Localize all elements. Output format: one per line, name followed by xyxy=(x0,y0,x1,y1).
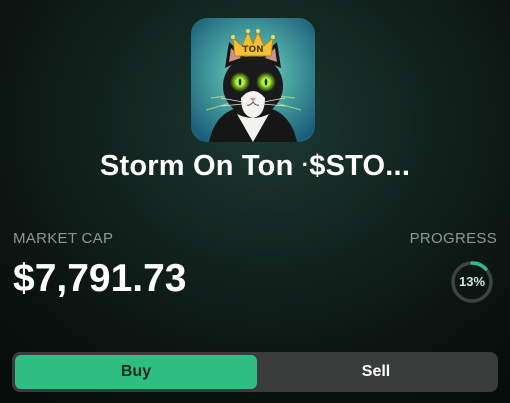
market-cap-value: $7,791.73 xyxy=(13,257,187,300)
token-title: Storm On Ton ·$STO... xyxy=(0,150,510,183)
token-name: Storm On Ton xyxy=(99,150,294,182)
market-cap-label: MARKET CAP xyxy=(13,230,114,247)
token-avatar: TON xyxy=(191,18,315,142)
buy-tab[interactable]: Buy xyxy=(15,355,257,389)
token-ticker: $STO... xyxy=(309,150,411,182)
cat-logo-image: TON xyxy=(191,18,315,142)
buy-sell-toggle: Buy Sell xyxy=(12,352,498,392)
sell-tab[interactable]: Sell xyxy=(257,355,495,389)
progress-label: PROGRESS xyxy=(409,230,497,247)
svg-text:TON: TON xyxy=(242,45,263,55)
progress-percent: 13% xyxy=(458,274,486,289)
